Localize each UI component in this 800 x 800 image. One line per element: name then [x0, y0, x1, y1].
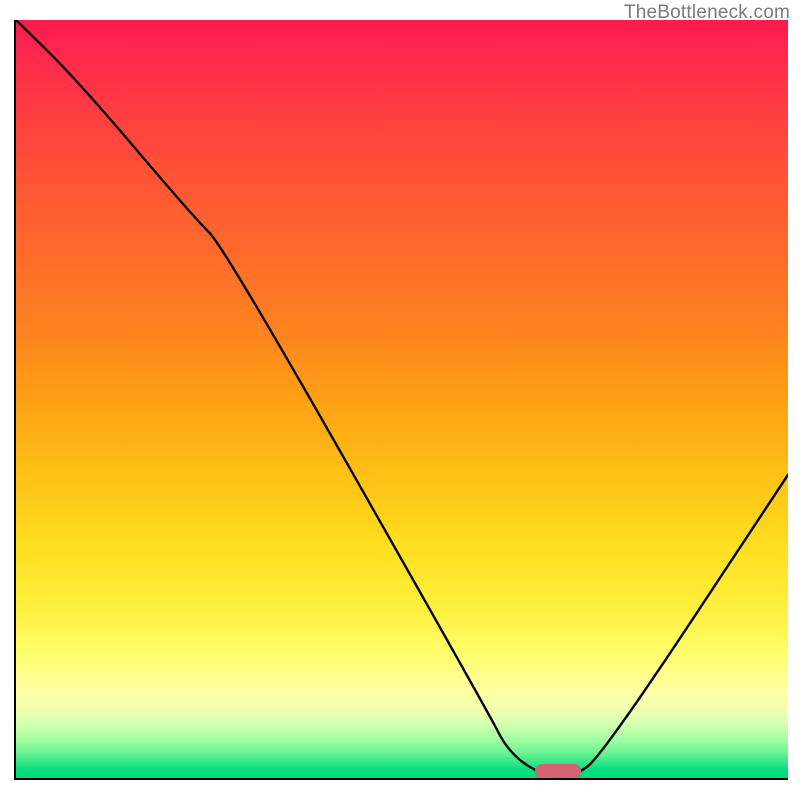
chart-plot-area — [14, 20, 788, 780]
optimal-marker — [535, 764, 581, 778]
chart-gradient-background — [16, 20, 788, 778]
